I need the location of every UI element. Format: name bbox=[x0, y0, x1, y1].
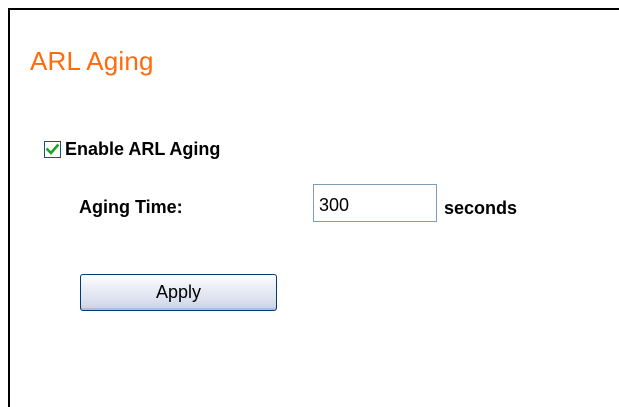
apply-button[interactable]: Apply bbox=[80, 274, 277, 311]
page-title: ARL Aging bbox=[30, 46, 154, 76]
aging-time-label: Aging Time: bbox=[79, 197, 183, 217]
arl-aging-panel: ARL Aging Enable ARL Aging Aging Time: s… bbox=[8, 8, 619, 407]
enable-arl-aging-row: Enable ARL Aging bbox=[44, 139, 220, 160]
enable-arl-aging-checkbox[interactable] bbox=[44, 141, 61, 158]
aging-time-unit-label: seconds bbox=[444, 198, 518, 218]
enable-arl-aging-label[interactable]: Enable ARL Aging bbox=[65, 139, 220, 160]
checkmark-icon bbox=[46, 143, 59, 155]
aging-time-input[interactable] bbox=[313, 184, 437, 222]
